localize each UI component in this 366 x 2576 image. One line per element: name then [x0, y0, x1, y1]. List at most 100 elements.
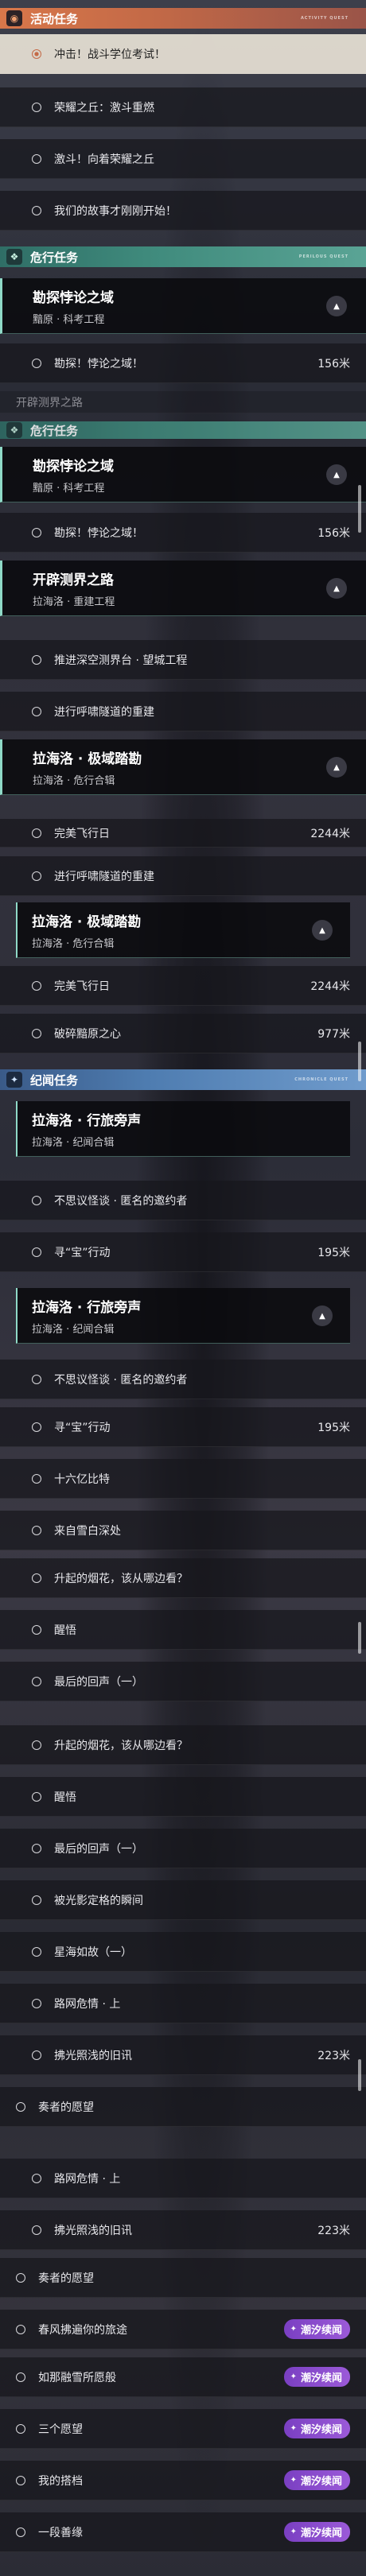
circle-icon	[32, 1998, 41, 2008]
quest-step[interactable]: 进行呼啸隧道的重建	[0, 692, 366, 731]
collapse-toggle-icon[interactable]: ▲	[312, 1305, 333, 1326]
quest-step[interactable]: 最后的回声（一）	[0, 1829, 366, 1868]
activity-icon: ◉	[6, 10, 22, 26]
quest-step[interactable]: 进行呼啸隧道的重建	[0, 856, 366, 896]
selected-circle-icon	[32, 48, 41, 59]
quest-step[interactable]: 来自雪白深处	[0, 1511, 366, 1550]
collapse-toggle-icon[interactable]: ▲	[326, 578, 347, 599]
card-subtitle: 黯原 · 科考工程	[33, 314, 105, 326]
quest-step[interactable]: 拂光照浅的旧讯 223米	[0, 2210, 366, 2250]
quest-step[interactable]: 十六亿比特	[0, 1459, 366, 1499]
circle-icon	[32, 2173, 41, 2183]
quest-item[interactable]: 奏者的愿望	[0, 2258, 366, 2298]
circle-icon	[32, 1374, 41, 1384]
quest-item[interactable]: 荣耀之丘：激斗重燃	[0, 87, 366, 127]
collapse-toggle-icon[interactable]: ▲	[326, 296, 347, 316]
distance: 2244米	[310, 827, 350, 840]
circle-icon	[32, 1195, 41, 1205]
distance: 195米	[317, 1421, 350, 1434]
quest-group-card[interactable]: 勘探悖论之域 黯原 · 科考工程 ▲	[0, 447, 366, 502]
circle-icon	[32, 1843, 41, 1853]
quest-group-card[interactable]: 拉海洛 · 行旅旁声 拉海洛 · 纪闻合辑 ▲	[16, 1288, 350, 1344]
quest-group-card[interactable]: 勘探悖论之域 黯原 · 科考工程 ▲	[0, 278, 366, 334]
section-title: 危行任务	[30, 250, 79, 265]
danger-section-header[interactable]: ❖ 危行任务 PERILOUS QUEST	[0, 246, 366, 267]
circle-icon	[32, 980, 41, 991]
card-subtitle: 拉海洛 · 纪闻合辑	[32, 1137, 115, 1149]
quest-step[interactable]: 勘探！悖论之域！ 156米	[0, 513, 366, 553]
danger-section-header[interactable]: ❖ 危行任务	[0, 421, 366, 439]
quest-item[interactable]: 如那融雪所愿般 ✦ 潮汐续闻	[0, 2357, 366, 2397]
tide-badge: ✦ 潮汐续闻	[283, 2367, 350, 2387]
card-subtitle: 拉海洛 · 危行合辑	[33, 775, 115, 787]
circle-icon	[32, 871, 41, 881]
scrollbar-thumb[interactable]	[358, 2059, 361, 2091]
quest-step[interactable]: 升起的烟花，该从哪边看？	[0, 1725, 366, 1765]
quest-item[interactable]: 我的搭档 ✦ 潮汐续闻	[0, 2461, 366, 2500]
activity-section-header[interactable]: ◉ 活动任务 ACTIVITY QUEST	[0, 8, 366, 29]
section-tag: CHRONICLE QUEST	[294, 1077, 348, 1082]
scrollbar-thumb[interactable]	[358, 485, 361, 533]
collapse-toggle-icon[interactable]: ▲	[326, 757, 347, 778]
quest-group-card[interactable]: 拉海洛 · 极域踏勘 拉海洛 · 危行合辑 ▲	[16, 902, 350, 958]
tide-icon: ✦	[290, 2424, 297, 2433]
quest-step[interactable]: 寻“宝”行动 195米	[0, 1232, 366, 1272]
quest-item[interactable]: 一段善缘 ✦ 潮汐续闻	[0, 2512, 366, 2552]
quest-step[interactable]: 推进深空测界台 · 望城工程	[0, 640, 366, 680]
scrollbar-thumb[interactable]	[358, 1042, 361, 1081]
quest-item[interactable]: 春风拂遍你的旅途 ✦ 潮汐续闻	[0, 2310, 366, 2349]
circle-icon	[32, 2050, 41, 2060]
quest-step[interactable]: 完美飞行日 2244米	[0, 819, 366, 848]
quest-item[interactable]: 三个愿望 ✦ 潮汐续闻	[0, 2409, 366, 2449]
section-title: 活动任务	[30, 11, 79, 26]
distance: 156米	[317, 357, 350, 370]
section-tag: ACTIVITY QUEST	[300, 16, 348, 21]
quest-step[interactable]: 破碎黯原之心 977米	[0, 1014, 366, 1053]
quest-step[interactable]: 不思议怪谈 · 匿名的邀约者	[0, 1360, 366, 1399]
circle-icon	[32, 1946, 41, 1957]
quest-item[interactable]: 奏者的愿望	[0, 2087, 366, 2127]
collapse-toggle-icon[interactable]: ▲	[326, 464, 347, 485]
quest-step[interactable]: 拂光照浅的旧讯 223米	[0, 2035, 366, 2075]
tide-badge: ✦ 潮汐续闻	[283, 2470, 350, 2490]
circle-icon	[32, 527, 41, 537]
circle-icon	[16, 2527, 25, 2537]
card-title: 拉海洛 · 行旅旁声	[32, 1113, 142, 1129]
chronicle-section-header[interactable]: ✦ 纪闻任务 CHRONICLE QUEST	[0, 1069, 366, 1090]
circle-icon	[32, 1525, 41, 1535]
quest-step[interactable]: 寻“宝”行动 195米	[0, 1407, 366, 1447]
tide-badge: ✦ 潮汐续闻	[283, 2419, 350, 2438]
tide-icon: ✦	[290, 2325, 297, 2334]
quest-step[interactable]: 醒悟	[0, 1777, 366, 1817]
quest-step[interactable]: 不思议怪谈 · 匿名的邀约者	[0, 1181, 366, 1220]
quest-step[interactable]: 星海如故（一）	[0, 1932, 366, 1972]
scrollbar-thumb[interactable]	[358, 1622, 361, 1654]
circle-icon	[32, 2225, 41, 2235]
circle-icon	[32, 1473, 41, 1484]
tide-icon: ✦	[290, 2372, 297, 2381]
quest-step[interactable]: 被光影定格的瞬间	[0, 1880, 366, 1920]
quest-group-card[interactable]: 开辟测界之路 拉海洛 · 重建工程 ▲	[0, 561, 366, 616]
quest-item[interactable]: 我们的故事才刚刚开始！	[0, 191, 366, 231]
circle-icon	[32, 1624, 41, 1635]
collapse-toggle-icon[interactable]: ▲	[312, 920, 333, 941]
quest-step[interactable]: 路网危情 · 上	[0, 2159, 366, 2198]
distance: 223米	[317, 2049, 350, 2062]
quest-step[interactable]: 最后的回声（一）	[0, 1662, 366, 1701]
quest-step[interactable]: 醒悟	[0, 1610, 366, 1650]
quest-step[interactable]: 路网危情 · 上	[0, 1984, 366, 2023]
circle-icon	[16, 2475, 25, 2485]
card-subtitle: 黯原 · 科考工程	[33, 483, 105, 495]
quest-step[interactable]: 完美飞行日 2244米	[0, 966, 366, 1006]
danger-icon: ❖	[6, 422, 22, 438]
card-subtitle: 拉海洛 · 纪闻合辑	[32, 1324, 115, 1336]
tide-badge: ✦ 潮汐续闻	[283, 2522, 350, 2542]
quest-item[interactable]: 冲击！战斗学位考试！	[0, 34, 366, 74]
quest-item[interactable]: 激斗！向着荣耀之丘	[0, 139, 366, 179]
danger-icon: ❖	[6, 249, 22, 265]
circle-icon	[32, 1573, 41, 1583]
quest-group-card[interactable]: 拉海洛 · 行旅旁声 拉海洛 · 纪闻合辑	[16, 1101, 350, 1157]
quest-step[interactable]: 升起的烟花，该从哪边看？	[0, 1558, 366, 1598]
quest-step[interactable]: 勘探！悖论之域！ 156米	[0, 343, 366, 383]
quest-group-card[interactable]: 拉海洛 · 极域踏勘 拉海洛 · 危行合辑 ▲	[0, 739, 366, 795]
